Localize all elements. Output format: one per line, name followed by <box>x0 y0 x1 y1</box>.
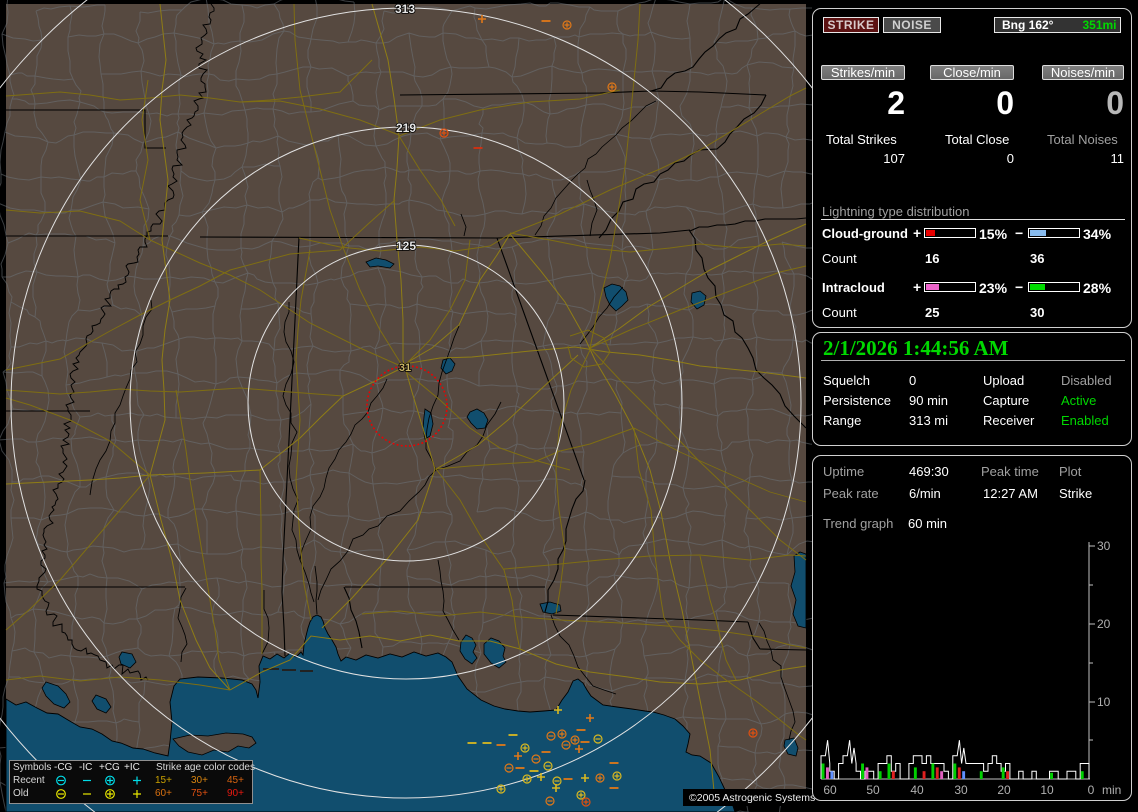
svg-text:219: 219 <box>396 121 416 135</box>
svg-text:10: 10 <box>1097 695 1111 709</box>
svg-text:60: 60 <box>823 783 837 797</box>
svg-text:20: 20 <box>997 783 1011 797</box>
svg-text:40: 40 <box>910 783 924 797</box>
svg-text:30: 30 <box>954 783 968 797</box>
svg-text:30: 30 <box>1097 539 1111 553</box>
svg-text:313: 313 <box>395 2 415 16</box>
svg-text:10: 10 <box>1040 783 1054 797</box>
svg-text:31: 31 <box>399 362 411 374</box>
svg-text:125: 125 <box>396 239 416 253</box>
svg-text:min: min <box>1102 783 1121 797</box>
svg-text:0: 0 <box>1088 783 1095 797</box>
svg-text:50: 50 <box>866 783 880 797</box>
svg-text:20: 20 <box>1097 617 1111 631</box>
